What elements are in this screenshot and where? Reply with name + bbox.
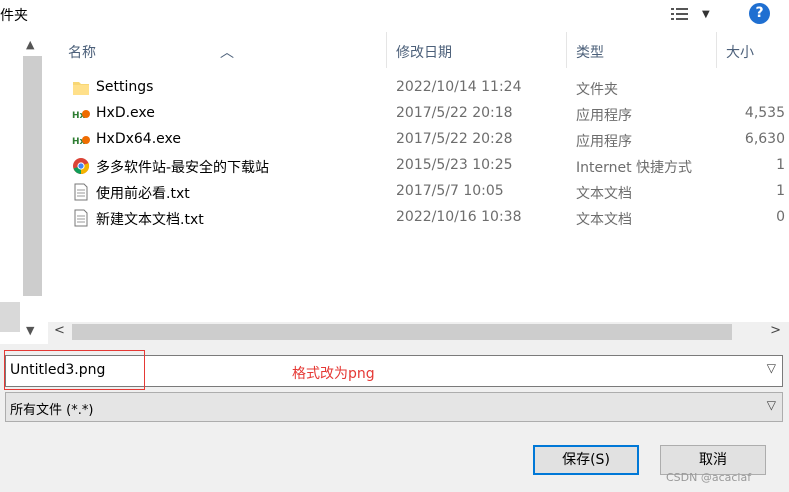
title-bar: 件夹 ▼ ?	[0, 0, 789, 32]
file-row[interactable]: 多多软件站-最安全的下载站 2015/5/23 10:25 Internet 快…	[48, 153, 789, 179]
annotation-highlight-box	[4, 350, 145, 390]
file-row[interactable]: 使用前必看.txt 2017/5/7 10:05 文本文档 1	[48, 179, 789, 205]
file-row[interactable]: 新建文本文档.txt 2022/10/16 10:38 文本文档 0	[48, 205, 789, 231]
file-type: 应用程序	[576, 134, 632, 150]
text-file-icon	[74, 209, 88, 227]
file-type: 文件夹	[576, 82, 618, 98]
file-list[interactable]: ︿ 名称 修改日期 类型 大小 Settings 2022/10/14 11:2…	[48, 32, 789, 322]
column-header-size[interactable]: 大小	[726, 42, 754, 62]
chrome-icon	[73, 158, 90, 175]
file-name: 使用前必看.txt	[96, 186, 190, 202]
view-dropdown-icon[interactable]: ▼	[702, 9, 710, 20]
file-name: HxD.exe	[96, 105, 155, 121]
file-date: 2017/5/7 10:05	[396, 183, 504, 199]
navigation-pane[interactable]: ▲ ▼	[0, 32, 48, 344]
column-header-row: ︿ 名称 修改日期 类型 大小	[48, 32, 789, 68]
scroll-up-icon[interactable]: ▲	[26, 38, 34, 51]
file-date: 2022/10/14 11:24	[396, 79, 522, 95]
nav-item-selected[interactable]	[0, 302, 20, 332]
file-type: 文本文档	[576, 212, 632, 228]
column-header-type[interactable]: 类型	[576, 42, 604, 62]
horizontal-scrollbar-thumb[interactable]	[72, 324, 732, 340]
file-size: 1	[776, 157, 785, 173]
file-date: 2017/5/22 20:18	[396, 105, 513, 121]
file-date: 2017/5/22 20:28	[396, 131, 513, 147]
hxd-app-icon: Hx	[72, 110, 90, 121]
annotation-text: 格式改为png	[292, 366, 375, 382]
folder-icon	[73, 82, 89, 95]
file-date: 2015/5/23 10:25	[396, 157, 513, 173]
file-row[interactable]: Hx HxD.exe 2017/5/22 20:18 应用程序 4,535	[48, 101, 789, 127]
file-type: Internet 快捷方式	[576, 160, 693, 176]
sort-ascending-icon: ︿	[220, 45, 234, 61]
file-type: 文本文档	[576, 186, 632, 202]
column-header-date[interactable]: 修改日期	[396, 42, 452, 62]
file-name: 多多软件站-最安全的下载站	[96, 160, 270, 176]
chevron-down-icon[interactable]: ▽	[767, 361, 776, 375]
file-size: 4,535	[744, 105, 785, 121]
filetype-select[interactable]: 所有文件 (*.*) ▽	[5, 392, 783, 422]
scroll-down-icon[interactable]: ▼	[26, 324, 34, 337]
help-icon[interactable]: ?	[749, 3, 770, 24]
scroll-right-icon[interactable]: >	[770, 323, 781, 338]
file-date: 2022/10/16 10:38	[396, 209, 522, 225]
vertical-scrollbar-thumb[interactable]	[23, 56, 42, 296]
save-button[interactable]: 保存(S)	[533, 445, 639, 475]
column-header-name[interactable]: 名称	[68, 42, 96, 62]
view-options-icon[interactable]	[670, 6, 690, 22]
file-type: 应用程序	[576, 108, 632, 124]
file-row[interactable]: Settings 2022/10/14 11:24 文件夹	[48, 75, 789, 101]
file-row[interactable]: Hx HxDx64.exe 2017/5/22 20:28 应用程序 6,630	[48, 127, 789, 153]
file-size: 6,630	[744, 131, 785, 147]
text-file-icon	[74, 183, 88, 201]
horizontal-scrollbar[interactable]: < >	[48, 322, 789, 342]
window-title: 件夹	[0, 8, 28, 24]
file-name: Settings	[96, 79, 154, 95]
file-size: 1	[776, 183, 785, 199]
file-name: 新建文本文档.txt	[96, 212, 204, 228]
file-size: 0	[776, 209, 785, 225]
scroll-left-icon[interactable]: <	[54, 323, 65, 338]
watermark: CSDN @acaciaf	[666, 471, 752, 484]
hxd-app-icon: Hx	[72, 136, 90, 147]
file-name: HxDx64.exe	[96, 131, 181, 147]
chevron-down-icon[interactable]: ▽	[767, 398, 776, 412]
filetype-value: 所有文件 (*.*)	[10, 403, 94, 418]
